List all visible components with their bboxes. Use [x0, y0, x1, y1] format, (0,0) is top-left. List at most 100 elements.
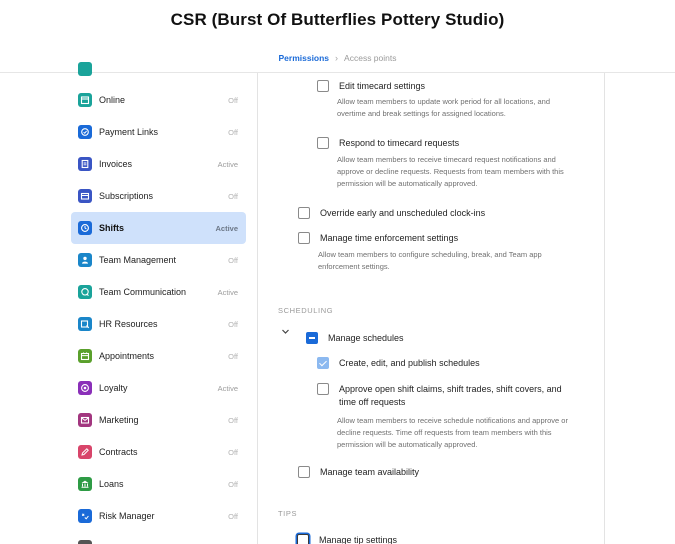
sidebar-item-label: Shifts [99, 223, 125, 233]
perm-edit-timecard[interactable]: Edit timecard settings [317, 80, 425, 93]
perm-edit-timecard-desc: Allow team members to update work period… [337, 97, 551, 118]
sidebar-item-invoices[interactable]: Invoices Active [71, 148, 246, 180]
checkbox-edit-timecard[interactable] [317, 80, 329, 92]
perm-tip-settings-label: Manage tip settings [319, 535, 398, 544]
sidebar-item-team-communication[interactable]: Team Communication Active [71, 276, 246, 308]
clipped-item-icon [78, 56, 92, 76]
status-badge: Off [228, 479, 238, 489]
sidebar-item-hr-resources[interactable]: HR Resources Off [71, 308, 246, 340]
perm-open-shift-label: Approve open shift claims, shift trades,… [339, 384, 562, 407]
person-icon [78, 253, 92, 267]
status-badge: Off [228, 95, 238, 105]
subscription-icon [78, 189, 92, 203]
sidebar-item-label: Invoices [99, 159, 133, 169]
breadcrumb-separator: › [335, 53, 339, 63]
perm-respond-timecard-desc: Allow team members to receive timecard r… [337, 155, 564, 188]
perm-open-shift-desc: Allow team members to receive schedule n… [337, 416, 568, 449]
sidebar-item-label: HR Resources [99, 319, 158, 329]
sidebar-item-label: Payment Links [99, 127, 159, 137]
sidebar-item-label: Loyalty [99, 383, 128, 393]
chat-icon [78, 285, 92, 299]
breadcrumb-permissions[interactable]: Permissions [278, 53, 329, 63]
perm-publish-schedules-label: Create, edit, and publish schedules [339, 358, 480, 368]
breadcrumb: Permissions › Access points [0, 53, 675, 63]
sidebar-item-label: Subscriptions [99, 191, 154, 201]
status-badge: Off [228, 191, 238, 201]
sidebar-item-team-management[interactable]: Team Management Off [71, 244, 246, 276]
pen-icon [78, 445, 92, 459]
payment-link-icon [78, 125, 92, 139]
sidebar-item-label: Risk Manager [99, 511, 155, 521]
sidebar-item-shifts[interactable]: Shifts Active [71, 212, 246, 244]
sidebar-item-risk-manager[interactable]: Risk Manager Off [71, 500, 246, 532]
sidebar-item-loyalty[interactable]: Loyalty Active [71, 372, 246, 404]
status-badge: Active [217, 383, 238, 393]
sidebar-item-label: Team Communication [99, 287, 187, 297]
breadcrumb-access-points[interactable]: Access points [344, 53, 396, 63]
page-title: CSR (Burst Of Butterflies Pottery Studio… [170, 10, 505, 29]
loyalty-icon [78, 381, 92, 395]
checkbox-override-clockins[interactable] [298, 207, 310, 219]
status-badge: Off [228, 415, 238, 425]
sidebar-item-label: Appointments [99, 351, 155, 361]
perm-override-clockins-label: Override early and unscheduled clock-ins [320, 208, 486, 218]
status-badge: Active [217, 159, 238, 169]
sidebar-item-subscriptions[interactable]: Subscriptions Off [71, 180, 246, 212]
perm-respond-timecard-label: Respond to timecard requests [339, 138, 460, 148]
checkbox-time-enforcement[interactable] [298, 232, 310, 244]
perm-team-availability-label: Manage team availability [320, 467, 420, 477]
bank-icon [78, 477, 92, 491]
sidebar-item-appointments[interactable]: Appointments Off [71, 340, 246, 372]
perm-manage-schedules[interactable]: Manage schedules [306, 332, 404, 345]
sidebar-item-payment-links[interactable]: Payment Links Off [71, 116, 246, 148]
section-tips: TIPS [278, 509, 298, 518]
sidebar-item-label: Team Management [99, 255, 177, 265]
perm-manage-schedules-label: Manage schedules [328, 333, 404, 343]
header-divider [0, 72, 675, 73]
sidebar-item-label: Online [99, 95, 126, 105]
checkbox-team-availability[interactable] [298, 466, 310, 478]
perm-publish-schedules[interactable]: Create, edit, and publish schedules [317, 357, 480, 370]
perm-time-enforcement[interactable]: Manage time enforcement settings [298, 232, 458, 245]
perm-edit-timecard-label: Edit timecard settings [339, 81, 426, 91]
status-badge: Active [217, 287, 238, 297]
section-scheduling: SCHEDULING [278, 306, 334, 315]
checkbox-publish-schedules[interactable] [317, 357, 329, 369]
shield-x-icon [78, 509, 92, 523]
perm-open-shift[interactable]: Approve open shift claims, shift trades,… [317, 383, 577, 409]
sidebar-divider [257, 73, 258, 544]
status-badge: Off [228, 319, 238, 329]
mail-icon [78, 413, 92, 427]
sidebar-item-contracts[interactable]: Contracts Off [71, 436, 246, 468]
status-badge: Off [228, 511, 238, 521]
perm-team-availability[interactable]: Manage team availability [298, 466, 419, 479]
checkbox-respond-timecard[interactable] [317, 137, 329, 149]
checkbox-tip-settings[interactable] [297, 534, 309, 544]
sidebar-list: Online Off Payment Links Off Invoices Active S… [71, 84, 246, 532]
status-badge: Off [228, 255, 238, 265]
checkbox-manage-schedules[interactable] [306, 332, 318, 344]
status-badge: Off [228, 351, 238, 361]
content-right-border [604, 73, 605, 544]
clipped-item-icon-bottom [78, 540, 92, 544]
sidebar-item-label: Loans [99, 479, 124, 489]
status-badge: Off [228, 127, 238, 137]
checkbox-open-shift[interactable] [317, 383, 329, 395]
perm-time-enforcement-label: Manage time enforcement settings [320, 233, 459, 243]
perm-override-clockins[interactable]: Override early and unscheduled clock-ins [298, 207, 485, 220]
sidebar-item-marketing[interactable]: Marketing Off [71, 404, 246, 436]
invoice-icon [78, 157, 92, 171]
sidebar-item-label: Marketing [99, 415, 139, 425]
sidebar-item-online[interactable]: Online Off [71, 84, 246, 116]
clock-icon [78, 221, 92, 235]
status-badge: Active [215, 223, 238, 233]
sidebar-item-label: Contracts [99, 447, 138, 457]
calendar-icon [78, 349, 92, 363]
perm-tip-settings[interactable]: Manage tip settings [297, 534, 397, 544]
sidebar-item-loans[interactable]: Loans Off [71, 468, 246, 500]
perm-respond-timecard[interactable]: Respond to timecard requests [317, 137, 459, 150]
online-store-icon [78, 93, 92, 107]
chevron-down-icon[interactable] [281, 327, 290, 338]
hr-icon [78, 317, 92, 331]
perm-time-enforcement-desc: Allow team members to configure scheduli… [318, 250, 542, 271]
